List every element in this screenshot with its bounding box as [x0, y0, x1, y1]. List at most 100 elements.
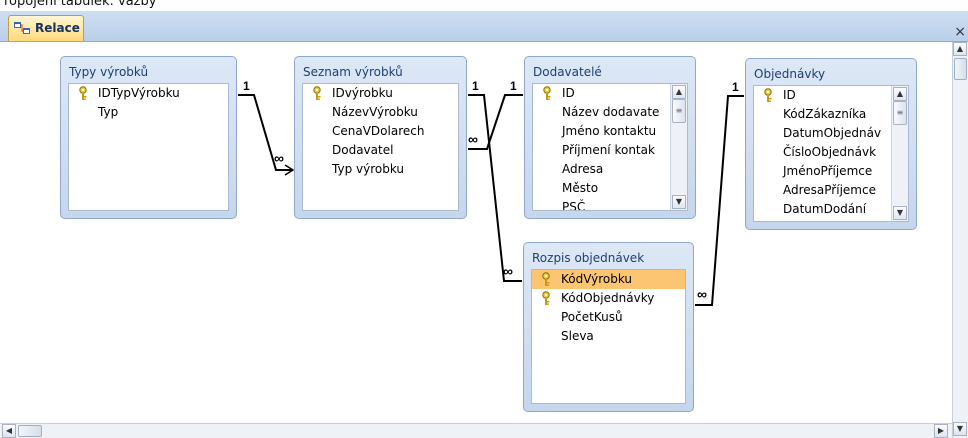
many-label: ∞: [468, 131, 478, 147]
field-name: KódVýrobku: [561, 272, 633, 286]
field-row[interactable]: DatumDodání: [754, 200, 892, 219]
field-row[interactable]: CenaVDolarech: [303, 122, 458, 141]
field-name: AdresaPříjemce: [783, 183, 876, 197]
primary-key-icon: [540, 291, 552, 306]
document-tab-bar: Relace ×: [0, 11, 968, 42]
field-row[interactable]: Jméno kontaktu: [533, 122, 671, 141]
one-label: 1: [243, 79, 250, 93]
field-row[interactable]: Sleva: [532, 327, 685, 346]
field-row[interactable]: Dodavatel: [303, 141, 458, 160]
field-row[interactable]: Příjmení kontak: [533, 141, 671, 160]
field-row[interactable]: Název dodavate: [533, 103, 671, 122]
field-name: DatumDodání: [783, 202, 867, 216]
field-list[interactable]: IDTypVýrobku Typ: [68, 83, 229, 211]
horizontal-scrollbar[interactable]: ◀ ▶: [0, 423, 952, 438]
scroll-left-icon[interactable]: ◀: [2, 424, 16, 438]
ribbon-remnant: ropojení tabulek: vazby: [0, 0, 968, 11]
primary-key-icon: [762, 88, 774, 103]
field-list[interactable]: ID KódZákazníka DatumObjednáv ČísloObjednáv…: [753, 85, 909, 222]
field-row[interactable]: PSČ: [533, 198, 671, 211]
table-objednavky[interactable]: Objednávky ID KódZákazníka DatumObjednáv Čís…: [745, 58, 917, 230]
field-list[interactable]: IDvýrobku NázevVýrobku CenaVDolarech Dodava…: [302, 83, 459, 211]
field-row[interactable]: IDvýrobku: [303, 84, 458, 103]
field-name: ID: [562, 86, 575, 100]
scroll-up-icon[interactable]: ▲: [672, 85, 686, 99]
table-typy-vyrobku[interactable]: Typy výrobků IDTypVýrobku Typ: [60, 56, 237, 219]
vertical-scrollbar[interactable]: ▲ ▼: [952, 42, 968, 438]
field-row[interactable]: Město: [533, 179, 671, 198]
many-label: ∞: [503, 263, 513, 279]
tab-relace[interactable]: Relace: [8, 15, 84, 41]
field-name: NázevVýrobku: [332, 105, 418, 119]
table-dodavatele[interactable]: Dodavatelé ID Název dodavate Jméno kontaktu…: [524, 56, 696, 219]
one-label: 1: [510, 79, 517, 93]
field-row[interactable]: Typ: [69, 103, 228, 122]
field-row[interactable]: ID: [754, 86, 892, 105]
field-row[interactable]: ID: [533, 84, 671, 103]
scroll-up-icon[interactable]: ▲: [893, 87, 907, 101]
field-row[interactable]: NázevVýrobku: [303, 103, 458, 122]
field-row[interactable]: PočetKusů: [532, 308, 685, 327]
table-rozpis-objednavek[interactable]: Rozpis objednávek KódVýrobku KódObjednávky…: [523, 242, 694, 412]
field-row[interactable]: AdresaPříjemce: [754, 181, 892, 200]
one-label: 1: [472, 79, 479, 93]
field-row[interactable]: IDTypVýrobku: [69, 84, 228, 103]
table-title[interactable]: Rozpis objednávek: [532, 251, 644, 265]
field-row[interactable]: DatumObjednáv: [754, 124, 892, 143]
scroll-thumb[interactable]: ≡: [893, 101, 907, 125]
field-name: ID: [783, 88, 796, 102]
primary-key-icon: [311, 86, 323, 101]
field-name: Město: [562, 181, 599, 195]
ribbon-remnant-text: ropojení tabulek: vazby: [4, 0, 157, 9]
scroll-down-icon[interactable]: ▼: [893, 206, 907, 220]
scroll-up-icon[interactable]: ▲: [953, 42, 967, 56]
field-name: KódObjednávky: [561, 291, 655, 305]
primary-key-icon: [77, 86, 89, 101]
many-label: ∞: [274, 150, 284, 166]
table-title[interactable]: Objednávky: [754, 67, 825, 81]
table-title[interactable]: Seznam výrobků: [303, 65, 403, 79]
field-name: ČísloObjednávk: [783, 145, 877, 159]
field-name: IDTypVýrobku: [98, 86, 180, 100]
field-list[interactable]: ID Název dodavate Jméno kontaktu Příjmení k…: [532, 83, 688, 211]
field-row[interactable]: JménoPříjemce: [754, 162, 892, 181]
horizontal-scroll-thumb[interactable]: [18, 425, 42, 437]
field-list-scrollbar[interactable]: ▲ ≡ ▼: [891, 86, 908, 221]
field-name: IDvýrobku: [332, 86, 393, 100]
scroll-right-icon[interactable]: ▶: [934, 424, 948, 438]
field-row[interactable]: KódZákazníka: [754, 105, 892, 124]
primary-key-icon: [540, 272, 552, 287]
scroll-thumb[interactable]: ≡: [672, 99, 686, 123]
field-name: Typ: [98, 105, 119, 119]
table-title[interactable]: Typy výrobků: [69, 65, 148, 79]
field-name: Adresa: [562, 162, 604, 176]
field-row[interactable]: Typ výrobku: [303, 160, 458, 179]
relationships-icon: [14, 22, 30, 34]
field-name: KódZákazníka: [783, 107, 867, 121]
field-list[interactable]: KódVýrobku KódObjednávky PočetKusů Sleva: [531, 269, 686, 404]
field-name: JménoPříjemce: [783, 164, 873, 178]
table-title[interactable]: Dodavatelé: [533, 65, 602, 79]
one-label: 1: [732, 80, 739, 94]
field-name: Jméno kontaktu: [562, 124, 657, 138]
close-button[interactable]: ×: [954, 25, 966, 39]
field-name: CenaVDolarech: [332, 124, 425, 138]
primary-key-icon: [541, 86, 553, 101]
vertical-scroll-thumb[interactable]: [954, 58, 967, 80]
relationship-line-objednavka[interactable]: [695, 95, 744, 306]
scroll-down-icon[interactable]: ▼: [953, 422, 967, 436]
scroll-down-icon[interactable]: ▼: [672, 195, 686, 209]
field-row[interactable]: KódObjednávky: [532, 289, 685, 308]
field-name: Příjmení kontak: [562, 143, 655, 157]
field-row[interactable]: KódVýrobku: [532, 270, 685, 289]
field-list-scrollbar[interactable]: ▲ ≡ ▼: [670, 84, 687, 210]
relationship-line-typ[interactable]: [238, 94, 293, 171]
field-row[interactable]: Adresa: [533, 160, 671, 179]
table-seznam-vyrobku[interactable]: Seznam výrobků IDvýrobku NázevVýrobku CenaV…: [294, 56, 467, 219]
field-name: Dodavatel: [332, 143, 394, 157]
field-name: PSČ: [562, 200, 586, 211]
many-label: ∞: [697, 286, 707, 302]
field-name: PočetKusů: [561, 310, 623, 324]
relationships-canvas[interactable]: 1 ∞ 1 ∞ 1 ∞ 1 ∞ Typy výrobků IDTypVýrobku Typ Sezn…: [0, 42, 952, 423]
field-row[interactable]: ČísloObjednávk: [754, 143, 892, 162]
